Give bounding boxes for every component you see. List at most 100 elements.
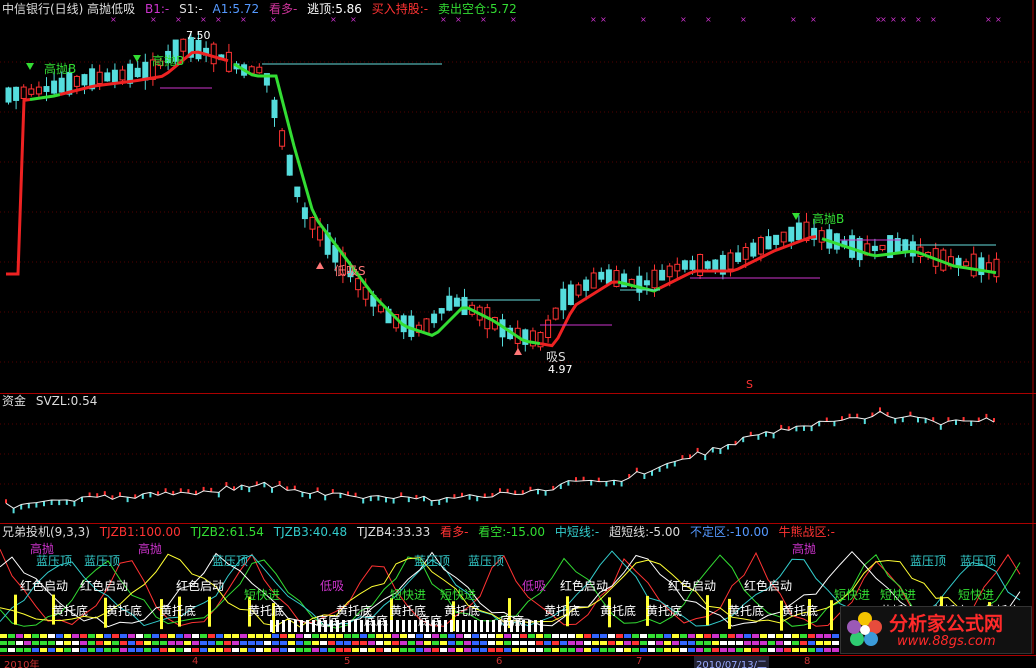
state-stripe	[408, 648, 415, 652]
state-stripe	[656, 648, 663, 652]
bottom-bar	[486, 620, 489, 632]
state-stripe	[464, 634, 471, 638]
label-gaopao: 高抛	[138, 542, 163, 556]
state-stripe	[384, 648, 391, 652]
label-lanyading: 蓝压顶	[212, 554, 249, 568]
date-label-may: 5	[344, 656, 351, 667]
state-stripe	[824, 648, 831, 652]
candle-body	[651, 269, 658, 289]
signal-marker: ×	[175, 15, 182, 24]
label-duankuai: 短快进	[958, 588, 995, 602]
bottom-bar	[492, 620, 495, 632]
state-stripe	[160, 641, 167, 645]
candle-body	[111, 69, 118, 83]
bottom-bar	[348, 620, 351, 632]
bottom-bar	[408, 620, 411, 632]
state-stripe	[760, 634, 767, 638]
state-stripe	[688, 641, 695, 645]
param-kanduo: 看多-	[440, 525, 469, 539]
state-stripe	[96, 648, 103, 652]
state-stripe	[576, 648, 583, 652]
fund-chart[interactable]	[0, 394, 1036, 523]
state-stripe	[304, 641, 311, 645]
state-stripe	[48, 634, 55, 638]
state-stripe	[56, 634, 63, 638]
candle-body	[735, 252, 742, 262]
state-stripe	[552, 634, 559, 638]
state-stripe	[568, 641, 575, 645]
state-stripe	[424, 648, 431, 652]
state-stripe	[672, 648, 679, 652]
candle-body	[43, 86, 50, 92]
state-stripe	[248, 641, 255, 645]
state-stripe	[336, 641, 343, 645]
label-duankuai: 短快进	[440, 588, 477, 602]
candle-body	[96, 71, 103, 84]
state-stripe	[304, 634, 311, 638]
candle-body	[643, 280, 650, 286]
state-stripe	[24, 641, 31, 645]
state-stripe	[720, 641, 727, 645]
state-stripe	[816, 648, 823, 652]
state-stripe	[0, 641, 7, 645]
state-stripe	[128, 641, 135, 645]
state-stripe	[248, 648, 255, 652]
state-stripe	[264, 641, 271, 645]
state-stripe	[472, 634, 479, 638]
state-stripe	[496, 648, 503, 652]
state-stripe	[704, 641, 711, 645]
state-stripe	[408, 641, 415, 645]
state-stripe	[600, 648, 607, 652]
state-stripe	[816, 641, 823, 645]
indicator-kanduo: 看多-	[268, 2, 298, 16]
fund-panel[interactable]: 资金 SVZL:0.54	[0, 394, 1036, 524]
state-stripe	[64, 641, 71, 645]
candle-body	[81, 74, 88, 86]
state-stripe	[640, 641, 647, 645]
state-stripe	[8, 641, 15, 645]
state-stripe	[240, 641, 247, 645]
state-stripe	[744, 648, 751, 652]
param-buding: 不定区:-10.00	[689, 525, 769, 539]
candle-body	[773, 234, 780, 245]
candle-body	[58, 77, 65, 93]
state-stripe	[704, 634, 711, 638]
state-stripe	[424, 634, 431, 638]
candle-body	[757, 237, 764, 255]
state-stripe	[776, 634, 783, 638]
stock-chart-window: × × × × × × × × × × × × × × × × × × × × × × × × × × × × × 中信银行(日线) 高…	[0, 0, 1036, 668]
state-stripe	[232, 641, 239, 645]
candle-body	[909, 241, 916, 257]
state-stripe	[264, 648, 271, 652]
param-kankong: 看空:-15.00	[478, 525, 546, 539]
state-stripe	[696, 634, 703, 638]
arrow-down-icon	[26, 63, 34, 70]
fund-line	[5, 410, 995, 509]
signal-marker: ×	[810, 15, 817, 24]
state-stripe	[552, 641, 559, 645]
state-stripe	[296, 648, 303, 652]
candle-body	[271, 99, 278, 119]
state-stripe	[368, 641, 375, 645]
state-stripe	[320, 648, 327, 652]
state-stripe	[632, 648, 639, 652]
label-huangtuo: 黄托底	[728, 604, 765, 618]
state-stripe	[624, 634, 631, 638]
kline-panel[interactable]: × × × × × × × × × × × × × × × × × × × × × × × × × × × × × 中信银行(日线) 高…	[0, 0, 1036, 394]
state-stripe	[152, 634, 159, 638]
state-stripe	[240, 634, 247, 638]
state-stripe	[288, 634, 295, 638]
bottom-bar	[468, 620, 471, 632]
state-stripe	[480, 634, 487, 638]
state-stripe	[584, 634, 591, 638]
state-stripe	[312, 641, 319, 645]
state-stripe	[616, 648, 623, 652]
param-tjzb2: TJZB2:61.54	[190, 525, 264, 539]
indicator-a1: A1:5.72	[212, 2, 260, 16]
state-stripe	[624, 648, 631, 652]
state-stripe	[496, 634, 503, 638]
state-stripe	[520, 648, 527, 652]
state-stripe	[72, 648, 79, 652]
candle-body	[575, 284, 582, 296]
state-stripe	[192, 634, 199, 638]
